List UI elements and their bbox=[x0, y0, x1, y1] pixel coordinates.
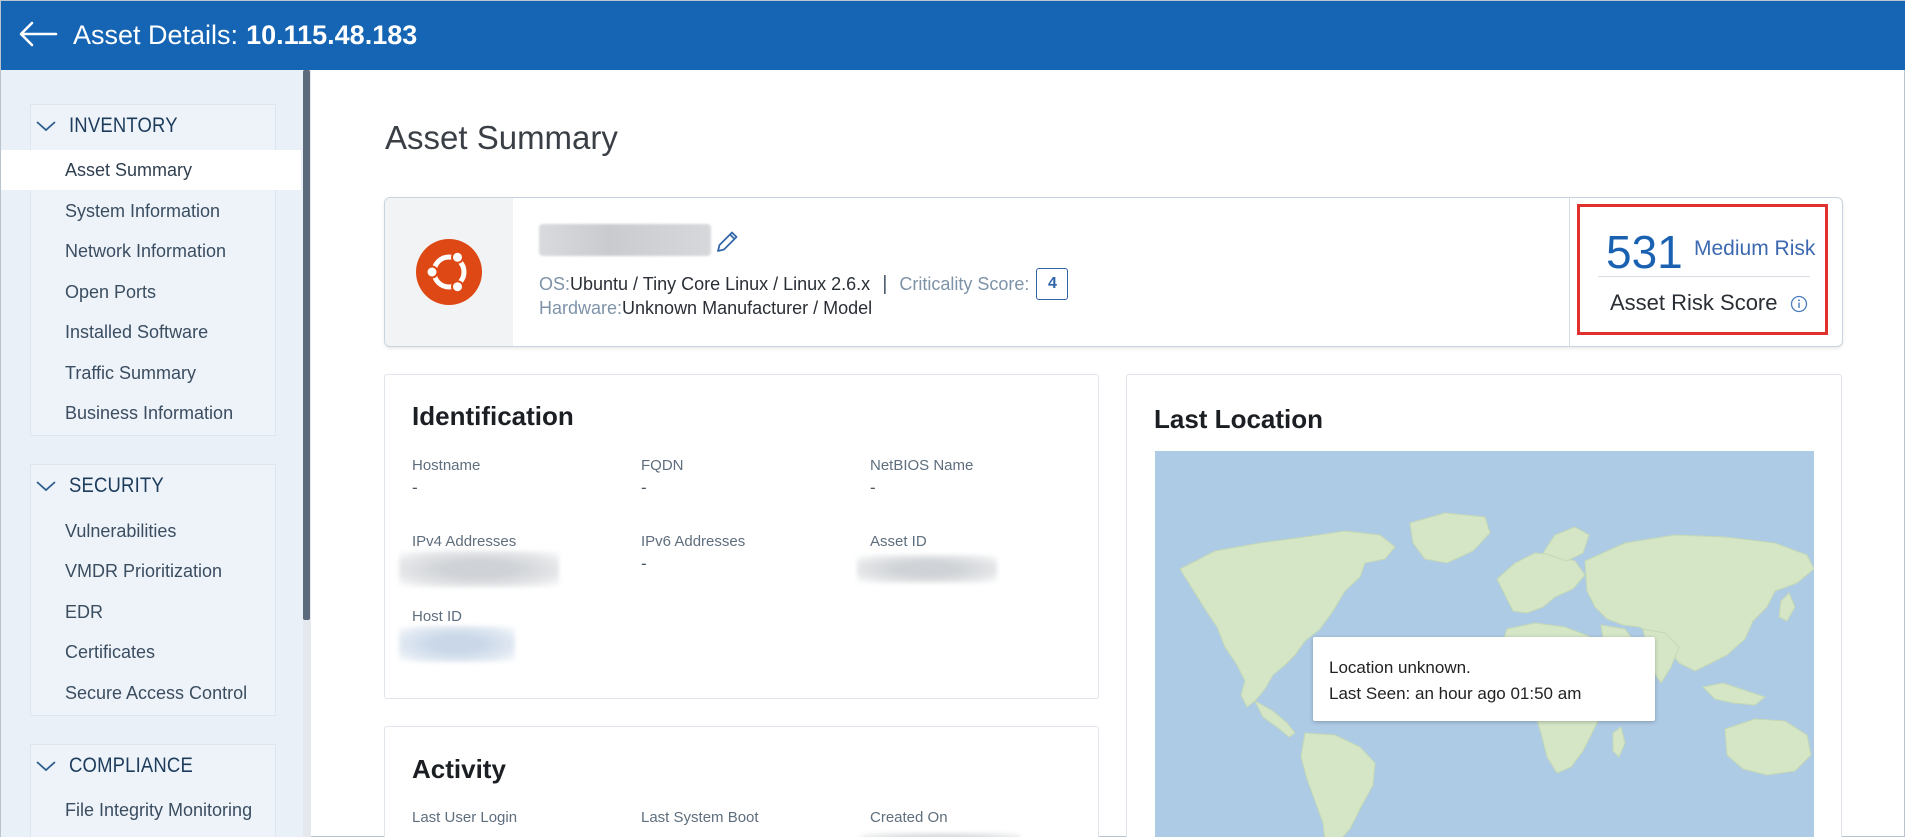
sidebar-item-vmdr-prioritization[interactable]: VMDR Prioritization bbox=[1, 551, 301, 591]
asset-id-field: Asset ID bbox=[870, 533, 927, 550]
world-map[interactable]: Location unknown. Last Seen: an hour ago… bbox=[1155, 451, 1814, 837]
sidebar-group-security-header[interactable]: SECURITY bbox=[31, 465, 275, 507]
os-logo bbox=[385, 198, 513, 346]
sidebar: INVENTORY Asset Summary System Informati… bbox=[1, 70, 303, 837]
field-label: Last User Login bbox=[412, 809, 518, 826]
ubuntu-logo-icon bbox=[416, 239, 482, 305]
ipv6-field: IPv6 Addresses - bbox=[641, 533, 745, 574]
os-label: OS: bbox=[539, 273, 571, 294]
sidebar-item-file-integrity-monitoring[interactable]: File Integrity Monitoring bbox=[1, 790, 301, 830]
sidebar-item-edr[interactable]: EDR bbox=[1, 592, 301, 632]
edit-pencil-icon[interactable] bbox=[713, 228, 741, 256]
field-label: Created On bbox=[870, 809, 948, 826]
ipv4-field: IPv4 Addresses bbox=[412, 533, 516, 550]
page-header-title: Asset Details: 10.115.48.183 bbox=[73, 19, 417, 51]
host-id-field: Host ID bbox=[412, 608, 462, 625]
sidebar-item-traffic-summary[interactable]: Traffic Summary bbox=[1, 353, 301, 393]
os-value: Ubuntu / Tiny Core Linux / Linux 2.6.x bbox=[570, 273, 871, 294]
divider bbox=[1598, 276, 1810, 277]
sidebar-group-label: COMPLIANCE bbox=[69, 754, 193, 777]
chevron-down-icon bbox=[36, 481, 56, 492]
asset-id-value-redacted bbox=[857, 555, 997, 583]
sidebar-item-business-information[interactable]: Business Information bbox=[1, 393, 301, 433]
chevron-down-icon bbox=[36, 121, 56, 132]
last-user-login-field: Last User Login bbox=[412, 809, 517, 826]
host-id-value-redacted bbox=[399, 626, 515, 662]
field-label: NetBIOS Name bbox=[870, 457, 974, 474]
field-value: - bbox=[412, 478, 418, 497]
back-arrow-icon[interactable] bbox=[18, 19, 58, 49]
criticality-label: Criticality Score: bbox=[899, 273, 1030, 294]
field-label: FQDN bbox=[641, 457, 684, 474]
location-tooltip: Location unknown. Last Seen: an hour ago… bbox=[1313, 637, 1655, 721]
sidebar-scrollbar-thumb[interactable] bbox=[303, 70, 310, 620]
risk-score-label: Asset Risk Score bbox=[1610, 290, 1808, 316]
sidebar-item-vulnerabilities[interactable]: Vulnerabilities bbox=[1, 511, 301, 551]
sidebar-group-label: SECURITY bbox=[69, 474, 164, 497]
asset-summary-card: OS: Ubuntu / Tiny Core Linux / Linux 2.6.… bbox=[384, 197, 1843, 347]
last-location-panel: Last Location Location unknown. Last See… bbox=[1126, 374, 1842, 837]
ipv4-value-redacted bbox=[399, 551, 559, 587]
last-system-boot-field: Last System Boot bbox=[641, 809, 759, 826]
sidebar-item-asset-summary[interactable]: Asset Summary bbox=[1, 150, 301, 190]
separator: | bbox=[882, 272, 888, 295]
sidebar-item-certificates[interactable]: Certificates bbox=[1, 632, 301, 672]
risk-score-label-text: Asset Risk Score bbox=[1610, 290, 1778, 315]
last-location-title: Last Location bbox=[1154, 404, 1324, 434]
field-label: Asset ID bbox=[870, 533, 927, 550]
field-label: Hostname bbox=[412, 457, 481, 474]
sidebar-item-secure-access-control[interactable]: Secure Access Control bbox=[1, 673, 301, 713]
created-on-value-redacted bbox=[861, 833, 1021, 837]
header-title-value: 10.115.48.183 bbox=[246, 20, 418, 50]
hardware-line: Hardware:Unknown Manufacturer / Model bbox=[539, 298, 872, 319]
last-seen: Last Seen: an hour ago 01:50 am bbox=[1329, 684, 1582, 703]
info-icon[interactable] bbox=[1790, 295, 1808, 313]
activity-panel: Activity Last User Login Last System Boo… bbox=[384, 726, 1099, 837]
field-label: IPv4 Addresses bbox=[412, 533, 517, 550]
criticality-score-badge[interactable]: 4 bbox=[1036, 268, 1069, 300]
field-label: IPv6 Addresses bbox=[641, 533, 746, 550]
created-on-field: Created On bbox=[870, 809, 948, 826]
activity-title: Activity bbox=[412, 754, 506, 784]
sidebar-item-system-information[interactable]: System Information bbox=[1, 191, 301, 231]
field-label: Host ID bbox=[412, 608, 463, 625]
field-value: - bbox=[641, 478, 647, 497]
sidebar-item-network-information[interactable]: Network Information bbox=[1, 231, 301, 271]
sidebar-item-installed-software[interactable]: Installed Software bbox=[1, 312, 301, 352]
os-line: OS: Ubuntu / Tiny Core Linux / Linux 2.6.… bbox=[539, 268, 1069, 300]
field-value: - bbox=[870, 478, 876, 497]
risk-level-label: Medium Risk bbox=[1694, 237, 1816, 260]
field-label: Last System Boot bbox=[641, 809, 759, 826]
sidebar-group-label: INVENTORY bbox=[69, 114, 178, 137]
field-value: - bbox=[641, 554, 647, 573]
sidebar-group-compliance-header[interactable]: COMPLIANCE bbox=[31, 745, 275, 787]
hardware-value: Unknown Manufacturer / Model bbox=[622, 298, 873, 318]
hardware-label: Hardware: bbox=[539, 298, 623, 318]
header-title-label: Asset Details: bbox=[73, 20, 239, 50]
chevron-down-icon bbox=[36, 761, 56, 772]
divider bbox=[1569, 198, 1570, 346]
sidebar-item-open-ports[interactable]: Open Ports bbox=[1, 272, 301, 312]
asset-risk-score-highlight: 531 Medium Risk Asset Risk Score bbox=[1577, 204, 1828, 335]
fqdn-field: FQDN - bbox=[641, 457, 684, 498]
sidebar-group-inventory-header[interactable]: INVENTORY bbox=[31, 105, 275, 147]
page-title: Asset Summary bbox=[385, 119, 618, 156]
hostname-field: Hostname - bbox=[412, 457, 480, 498]
identification-panel: Identification Hostname - FQDN - NetBIOS… bbox=[384, 374, 1099, 699]
netbios-field: NetBIOS Name - bbox=[870, 457, 973, 498]
risk-score-value: 531 bbox=[1606, 226, 1683, 278]
top-bar: Asset Details: 10.115.48.183 bbox=[1, 1, 1905, 70]
asset-name-redacted bbox=[539, 224, 711, 256]
identification-title: Identification bbox=[412, 401, 574, 431]
location-status: Location unknown. bbox=[1329, 658, 1471, 677]
